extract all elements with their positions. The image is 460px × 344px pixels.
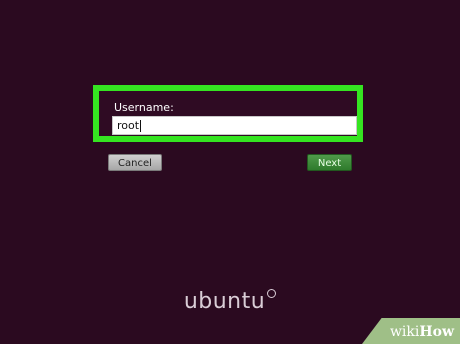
cancel-button[interactable]: Cancel [108, 154, 162, 171]
ubuntu-logo-text: ubuntu [183, 289, 266, 314]
next-button[interactable]: Next [307, 154, 352, 171]
username-value: root [117, 119, 140, 132]
ubuntu-logo: ubuntu [0, 289, 460, 314]
text-caret [140, 119, 142, 132]
wikihow-watermark-text: wikiHow [390, 324, 454, 340]
username-input[interactable]: root [112, 116, 357, 135]
watermark-wiki: wiki [389, 324, 420, 340]
ubuntu-circle-icon [267, 289, 277, 298]
username-label: Username: [114, 101, 174, 114]
username-highlight-box: Username: root [93, 85, 363, 142]
watermark-how: How [419, 324, 454, 340]
login-screen: Username: root Cancel Next ubuntu wikiHo… [0, 0, 460, 344]
